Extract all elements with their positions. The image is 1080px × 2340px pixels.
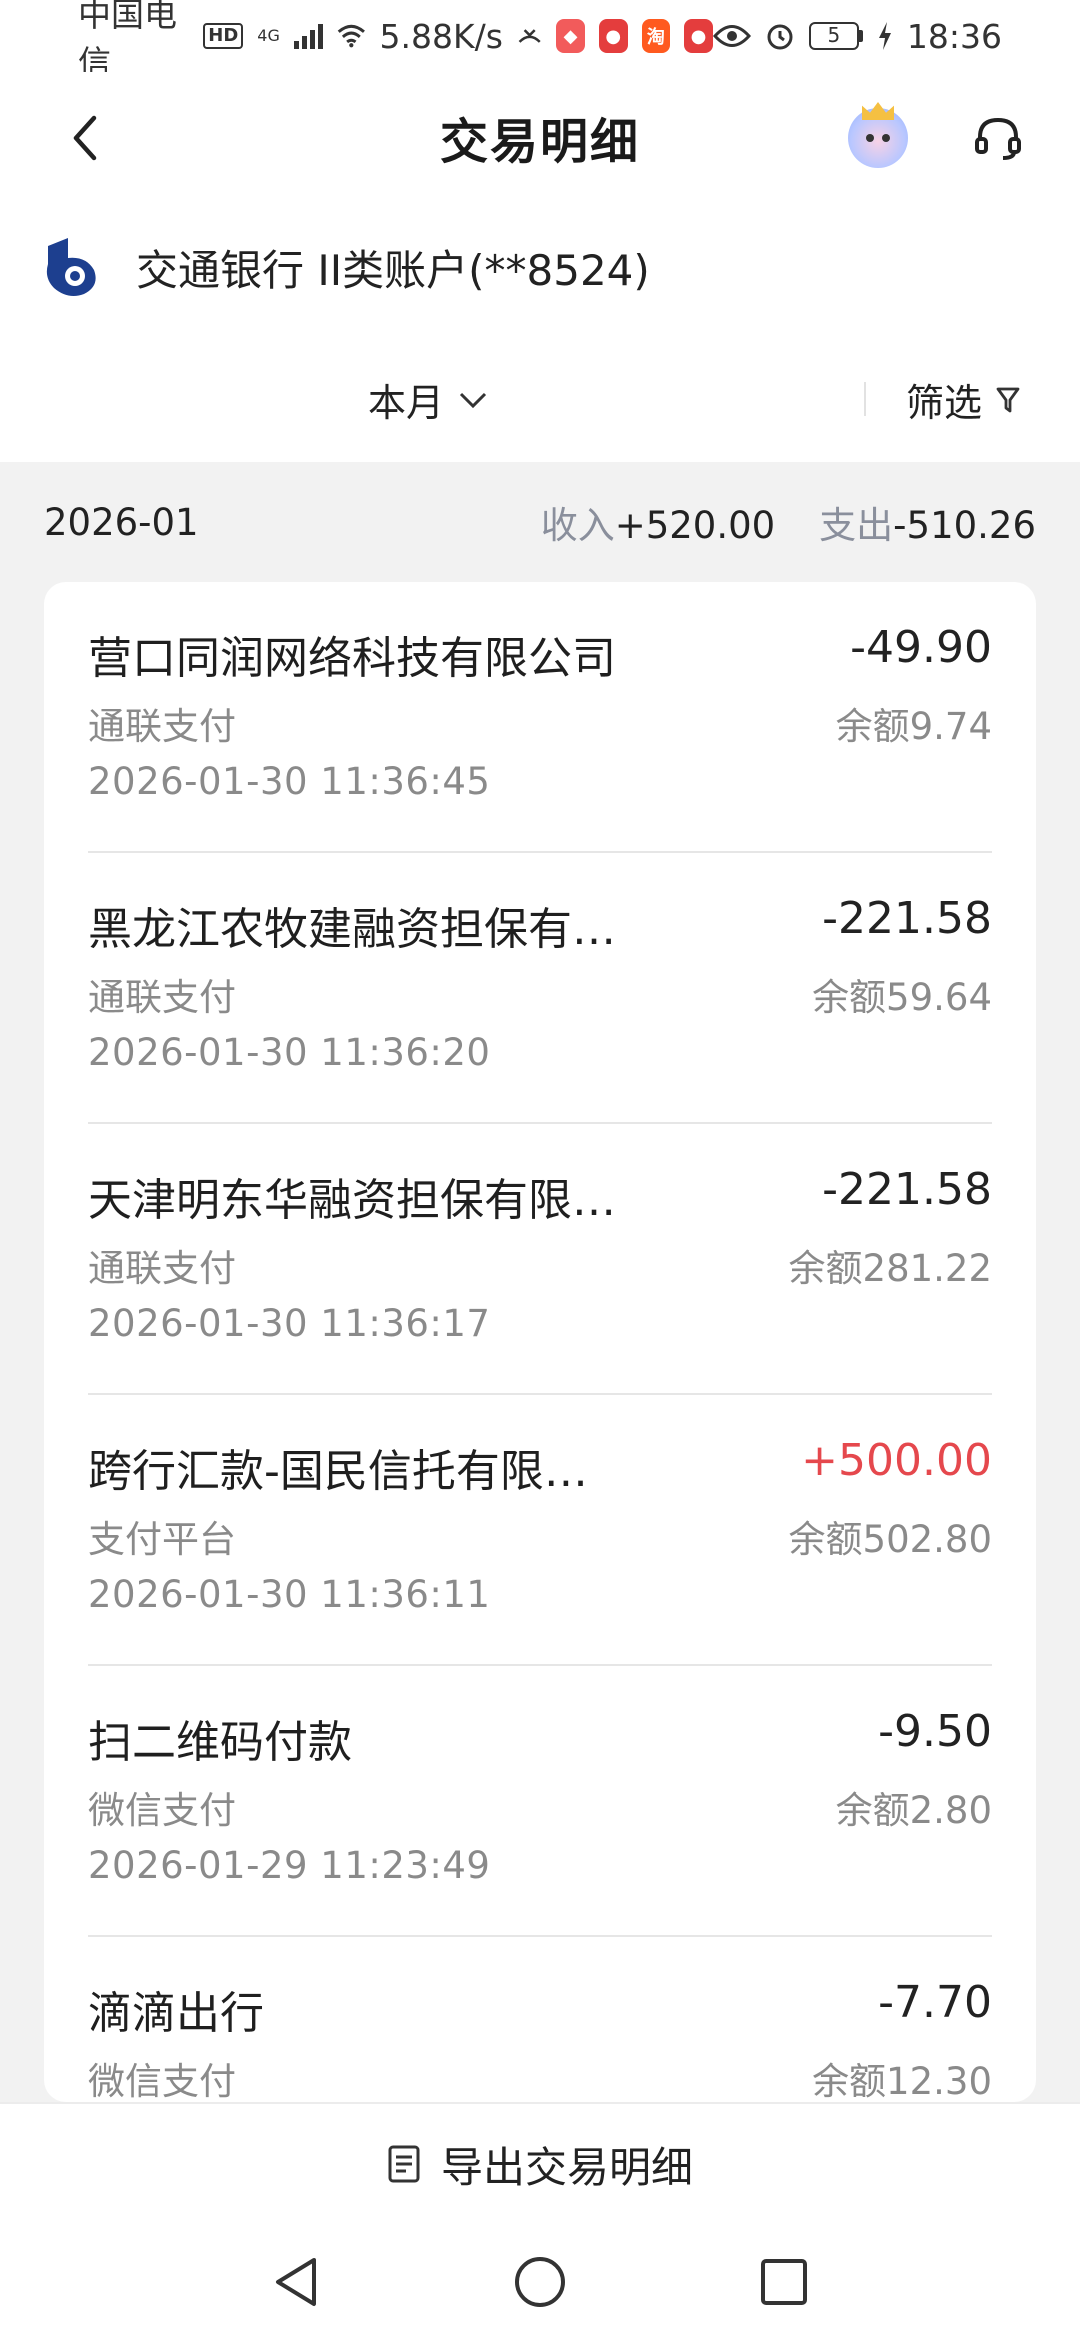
transaction-time: 2026-01-30 11:36:17 <box>88 1302 491 1345</box>
transaction-balance: 余额281.22 <box>788 1247 992 1290</box>
transaction-name: 黑龙江农牧建融资担保有… <box>88 904 616 955</box>
system-nav-bar <box>0 2224 1080 2340</box>
transaction-balance: 余额502.80 <box>788 1518 992 1561</box>
transaction-channel: 通联支付 <box>88 1247 236 1290</box>
transaction-time: 2026-01-29 11:23:49 <box>88 1844 491 1887</box>
transaction-list: 营口同润网络科技有限公司 -49.90 通联支付 余额9.74 2026-01-30 1… <box>44 582 1036 2102</box>
funnel-icon <box>996 387 1020 412</box>
transaction-row[interactable]: 黑龙江农牧建融资担保有… -221.58 通联支付 余额59.64 2026-01-30… <box>88 853 992 1124</box>
transaction-name: 滴滴出行 <box>88 1988 264 2039</box>
battery-icon: 5 <box>808 22 863 50</box>
page-title: 交易明细 <box>439 114 640 170</box>
transaction-name: 跨行汇款-国民信托有限… <box>88 1446 588 1497</box>
income-total: 收入+520.00 <box>540 504 776 547</box>
transaction-amount: -221.58 <box>822 1164 992 1215</box>
transaction-channel: 通联支付 <box>88 705 236 748</box>
period-dropdown[interactable]: 本月 <box>368 372 488 427</box>
transaction-time: 2026-01-30 11:36:11 <box>88 1573 491 1616</box>
month-label: 2026-01 <box>44 500 199 544</box>
transaction-name: 营口同润网络科技有限公司 <box>88 633 616 684</box>
status-bar: 中国电信 HD 4G 5.88K/s ◆ ● 淘 ● 5 18:36 <box>0 0 1080 82</box>
network-type: 4G <box>257 26 280 45</box>
transaction-channel: 支付平台 <box>88 1518 236 1561</box>
alarm-icon <box>767 24 793 50</box>
signal-icon <box>293 23 323 49</box>
network-speed: 5.88K/s <box>379 16 503 56</box>
missed-call-icon <box>518 29 541 43</box>
eye-icon <box>712 25 751 47</box>
transaction-balance: 余额9.74 <box>835 705 992 748</box>
account-name: 交通银行 II类账户(**8524) <box>136 245 650 295</box>
taobao-icon: 淘 <box>641 19 671 53</box>
charging-icon <box>878 22 891 50</box>
hd-badge: HD <box>203 23 244 49</box>
wifi-icon <box>337 24 365 48</box>
transaction-channel: 微信支付 <box>88 1789 236 1832</box>
transaction-balance: 余额2.80 <box>835 1789 992 1832</box>
app-notification-icon-2: ● <box>684 19 713 53</box>
avatar[interactable] <box>848 102 908 168</box>
transaction-name: 天津明东华融资担保有限… <box>88 1175 616 1226</box>
clock: 18:36 <box>906 16 1002 56</box>
shopping-app-icon: ◆ <box>556 19 585 53</box>
header: 交易明细 <box>0 72 1080 202</box>
transaction-row[interactable]: 跨行汇款-国民信托有限… +500.00 支付平台 余额502.80 2026-01-3… <box>88 1395 992 1666</box>
nav-home-button[interactable] <box>508 2250 572 2314</box>
transaction-amount: -49.90 <box>850 622 992 673</box>
transaction-balance: 余额12.30 <box>812 2060 992 2102</box>
export-button[interactable]: 导出交易明细 <box>0 2102 1080 2224</box>
transaction-name: 扫二维码付款 <box>88 1717 352 1768</box>
triangle-back-icon <box>276 2258 316 2306</box>
transaction-channel: 微信支付 <box>88 2060 236 2102</box>
transaction-channel: 通联支付 <box>88 976 236 1019</box>
headset-icon <box>975 117 1021 160</box>
bocom-logo-icon <box>46 238 96 296</box>
nav-recents-button[interactable] <box>752 2250 816 2314</box>
account-selector[interactable]: 交通银行 II类账户(**8524) <box>0 202 1080 332</box>
divider <box>864 382 866 416</box>
transaction-row[interactable]: 扫二维码付款 -9.50 微信支付 余额2.80 2026-01-29 11:23:49 <box>88 1666 992 1937</box>
transaction-row[interactable]: 滴滴出行 -7.70 微信支付 余额12.30 <box>88 1937 992 2102</box>
month-summary: 2026-01 收入+520.00 支出-510.26 <box>0 462 1080 582</box>
transaction-row[interactable]: 营口同润网络科技有限公司 -49.90 通联支付 余额9.74 2026-01-30 1… <box>88 582 992 853</box>
period-label: 本月 <box>368 381 445 425</box>
expense-total: 支出-510.26 <box>819 504 1036 547</box>
filter-bar: 本月 筛选 <box>0 332 1080 462</box>
transaction-time: 2026-01-30 11:36:45 <box>88 760 491 803</box>
nav-back-button[interactable] <box>264 2250 328 2314</box>
filter-label: 筛选 <box>906 381 983 425</box>
transaction-time: 2026-01-30 11:36:20 <box>88 1031 491 1074</box>
transaction-amount: -221.58 <box>822 893 992 944</box>
export-label: 导出交易明细 <box>440 2142 693 2192</box>
transaction-row[interactable]: 天津明东华融资担保有限… -221.58 通联支付 余额281.22 2026-01-3… <box>88 1124 992 1395</box>
transaction-balance: 余额59.64 <box>812 976 992 1019</box>
chevron-down-icon <box>459 392 487 408</box>
app-notification-icon: ● <box>598 19 628 53</box>
transaction-amount: -7.70 <box>878 1977 992 2028</box>
filter-button[interactable]: 筛选 <box>906 372 1020 427</box>
customer-service-button[interactable] <box>968 108 1028 168</box>
circle-home-icon <box>515 2257 565 2307</box>
transaction-amount: -9.50 <box>878 1706 992 1757</box>
square-recents-icon <box>761 2259 807 2305</box>
document-icon <box>388 2145 420 2183</box>
transaction-amount: +500.00 <box>801 1435 992 1486</box>
